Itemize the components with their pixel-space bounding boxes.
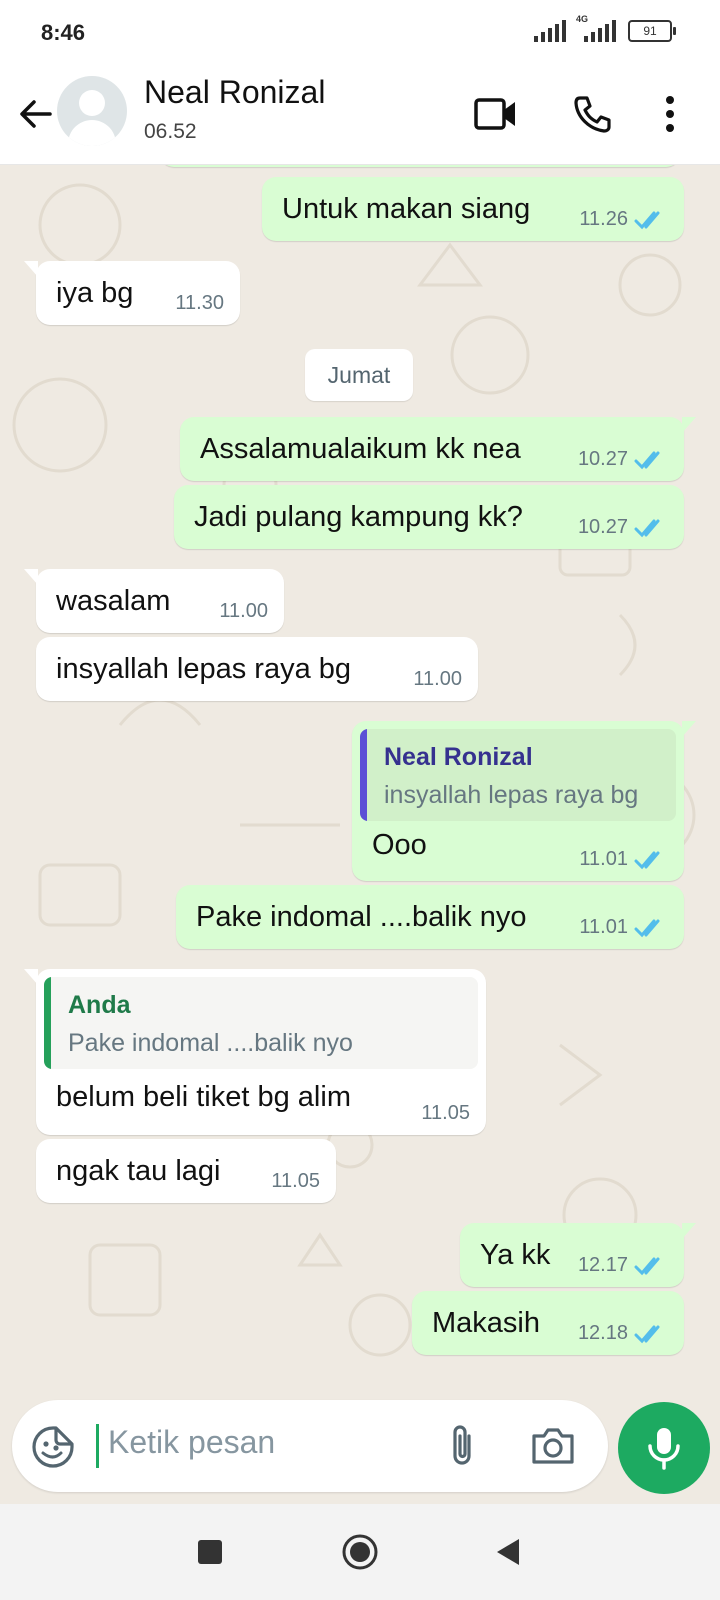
read-ticks-icon — [634, 1257, 660, 1275]
message-time: 11.30 — [175, 292, 224, 314]
message-input[interactable]: Ketik pesan — [108, 1424, 275, 1461]
signal-icon — [534, 20, 566, 42]
signal-4g-icon: 4G — [576, 14, 616, 42]
status-time: 8:46 — [41, 20, 86, 45]
message-text: belum beli tiket bg alim — [56, 1081, 351, 1113]
video-call-icon[interactable] — [470, 88, 522, 140]
message-bubble-outgoing[interactable]: Makasih 12.18 — [412, 1291, 684, 1355]
message-text: Makasih — [432, 1307, 540, 1339]
read-ticks-icon — [634, 451, 660, 469]
last-seen: 06.52 — [144, 120, 197, 143]
message-time: 11.05 — [421, 1102, 470, 1124]
message-time: 10.27 — [577, 448, 628, 470]
message-time: 11.05 — [271, 1170, 320, 1192]
nav-back-icon[interactable] — [488, 1532, 528, 1572]
message-text: Ooo — [372, 829, 427, 861]
message-bubble-incoming[interactable]: ngak tau lagi 11.05 — [36, 1139, 336, 1203]
sticker-icon[interactable] — [30, 1424, 76, 1470]
nav-recents-icon[interactable] — [190, 1532, 230, 1572]
message-text: Ya kk — [480, 1239, 551, 1271]
message-text: iya bg — [56, 277, 134, 309]
message-time: 11.01 — [579, 848, 628, 870]
message-time: 12.17 — [577, 1254, 628, 1276]
message-text: insyallah lepas raya bg — [56, 653, 352, 685]
mic-button[interactable] — [618, 1402, 710, 1494]
mic-icon — [648, 1428, 680, 1470]
more-options-icon[interactable] — [650, 88, 690, 140]
message-bubble-outgoing[interactable]: Untuk makan siang 11.26 — [262, 177, 684, 241]
read-ticks-icon — [634, 519, 660, 537]
quoted-text: insyallah lepas raya bg — [384, 781, 639, 809]
network-label: 4G — [576, 14, 589, 24]
message-text: Assalamualaikum kk nea — [200, 433, 521, 465]
attach-icon[interactable] — [442, 1422, 482, 1470]
message-text: Pake indomal ....balik nyo — [196, 901, 527, 933]
date-separator: Jumat — [305, 349, 413, 401]
message-bubble-incoming[interactable]: iya bg 11.30 — [24, 261, 240, 325]
system-nav-bar — [0, 1504, 720, 1600]
message-bubble-outgoing[interactable]: Jadi pulang kampung kk? 10.27 — [174, 485, 684, 549]
message-time: 10.27 — [577, 516, 628, 538]
message-time: 11.26 — [579, 208, 628, 230]
message-time: 11.00 — [413, 668, 462, 690]
nav-home-icon[interactable] — [340, 1532, 380, 1572]
read-ticks-icon — [634, 211, 660, 229]
read-ticks-icon — [634, 1325, 660, 1343]
message-bubble-incoming-reply[interactable]: Anda Pake indomal ....balik nyo belum be… — [24, 969, 486, 1135]
camera-icon[interactable] — [530, 1424, 576, 1468]
message-text: wasalam — [56, 585, 171, 617]
quoted-text: Pake indomal ....balik nyo — [68, 1029, 353, 1057]
voice-call-icon[interactable] — [566, 88, 618, 140]
message-bubble-outgoing-reply[interactable]: Neal Ronizal insyallah lepas raya bg Ooo… — [352, 721, 696, 881]
quoted-sender: Neal Ronizal — [384, 743, 533, 771]
read-ticks-icon — [634, 851, 660, 869]
message-time: 11.01 — [579, 916, 628, 938]
message-bubble-incoming[interactable]: wasalam 11.00 — [24, 569, 284, 633]
message-time: 11.00 — [219, 600, 268, 622]
battery-icon: 91 — [628, 20, 676, 42]
message-bubble-outgoing[interactable]: Ya kk 12.17 — [460, 1223, 696, 1287]
read-ticks-icon — [634, 919, 660, 937]
chat-header: Neal Ronizal 06.52 — [0, 68, 720, 165]
avatar[interactable] — [57, 76, 127, 146]
message-text: ngak tau lagi — [56, 1155, 221, 1187]
message-list[interactable]: Untuk makan siang 11.26 iya bg 11.30 Jum… — [0, 165, 720, 1405]
message-bubble-outgoing[interactable]: Assalamualaikum kk nea 10.27 — [180, 417, 696, 481]
message-bubble-incoming[interactable]: insyallah lepas raya bg 11.00 — [36, 637, 478, 701]
quoted-message[interactable]: Neal Ronizal insyallah lepas raya bg — [360, 729, 676, 821]
contact-name[interactable]: Neal Ronizal — [144, 74, 325, 111]
quoted-sender: Anda — [68, 991, 131, 1019]
message-text: Jadi pulang kampung kk? — [194, 501, 523, 533]
message-composer: Ketik pesan — [12, 1400, 608, 1492]
quoted-message[interactable]: Anda Pake indomal ....balik nyo — [44, 977, 478, 1069]
message-text: Untuk makan siang — [282, 193, 531, 225]
back-arrow-icon[interactable] — [14, 92, 58, 136]
status-bar: 8:46 4G 91 — [0, 0, 720, 68]
message-bubble-outgoing[interactable]: Pake indomal ....balik nyo 11.01 — [176, 885, 684, 949]
text-caret — [96, 1424, 99, 1468]
message-time: 12.18 — [577, 1322, 628, 1344]
message-bubble-partial — [160, 165, 680, 167]
